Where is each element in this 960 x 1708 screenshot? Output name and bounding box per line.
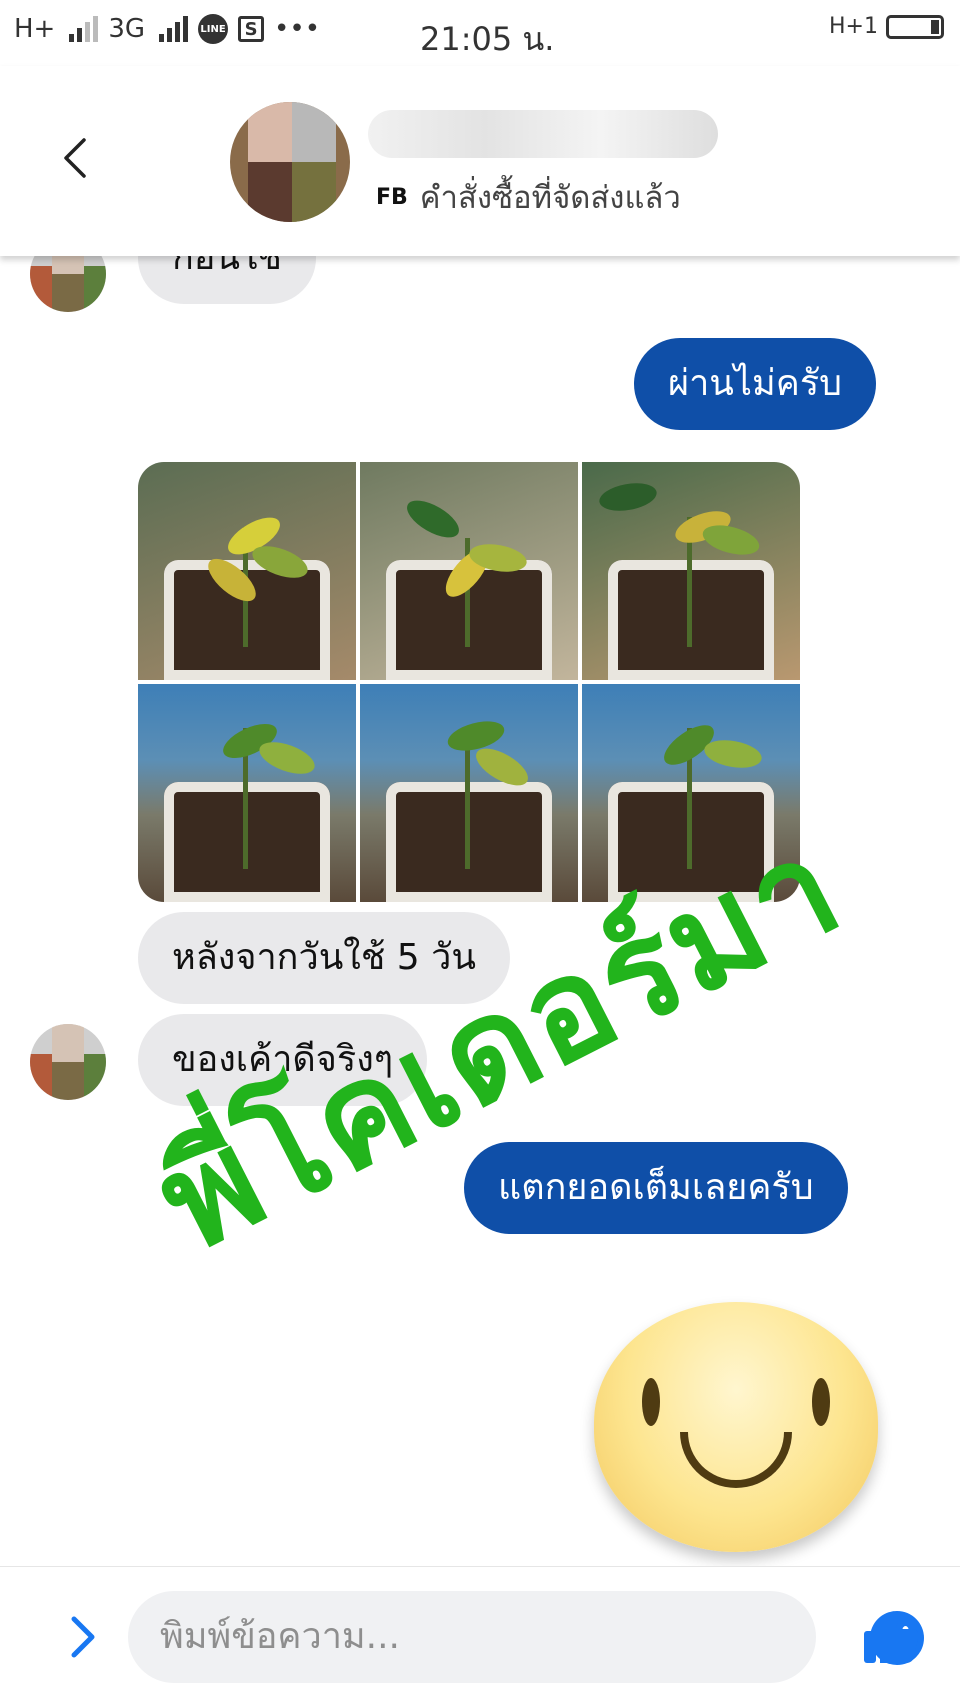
- expand-actions-button[interactable]: [62, 1611, 102, 1663]
- incoming-message[interactable]: ของเค้าดีจริงๆ: [138, 1014, 428, 1106]
- sticker-mouth: [680, 1432, 792, 1488]
- message-input[interactable]: พิมพ์ข้อความ...: [128, 1591, 924, 1683]
- incoming-message[interactable]: หลังจากวันใช้ 5 วัน: [138, 912, 510, 1004]
- plant-photo[interactable]: [138, 462, 356, 680]
- contact-avatar[interactable]: [30, 1024, 106, 1100]
- photo-grid[interactable]: [138, 462, 800, 902]
- order-status-line[interactable]: FB คำสั่งซื้อที่จัดส่งแล้ว: [376, 172, 681, 222]
- contact-name-redacted[interactable]: [368, 110, 718, 158]
- smiley-sticker[interactable]: [594, 1302, 878, 1552]
- back-button[interactable]: [60, 136, 90, 178]
- order-status-text: คำสั่งซื้อที่จัดส่งแล้ว: [419, 180, 681, 216]
- thumbs-up-icon: [864, 1611, 919, 1663]
- message-input-placeholder: พิมพ์ข้อความ...: [160, 1616, 400, 1657]
- plant-photo[interactable]: [360, 684, 578, 902]
- sticker-eye: [812, 1378, 830, 1426]
- outgoing-message[interactable]: แตกยอดเต็มเลยครับ: [464, 1142, 848, 1234]
- chevron-right-icon: [71, 1616, 95, 1658]
- plant-photo[interactable]: [360, 462, 578, 680]
- sticker-eye: [642, 1378, 660, 1426]
- outgoing-message[interactable]: ผ่านไม่ครับ: [634, 338, 877, 430]
- chat-header: FB คำสั่งซื้อที่จัดส่งแล้ว: [0, 66, 960, 256]
- contact-avatar-header[interactable]: [230, 102, 350, 222]
- plant-photo[interactable]: [582, 684, 800, 902]
- plant-photo[interactable]: [582, 462, 800, 680]
- chevron-left-icon: [64, 138, 86, 178]
- fb-badge: FB: [376, 184, 408, 210]
- plant-photo[interactable]: [138, 684, 356, 902]
- message-composer: พิมพ์ข้อความ...: [0, 1566, 960, 1708]
- like-button[interactable]: [862, 1607, 920, 1665]
